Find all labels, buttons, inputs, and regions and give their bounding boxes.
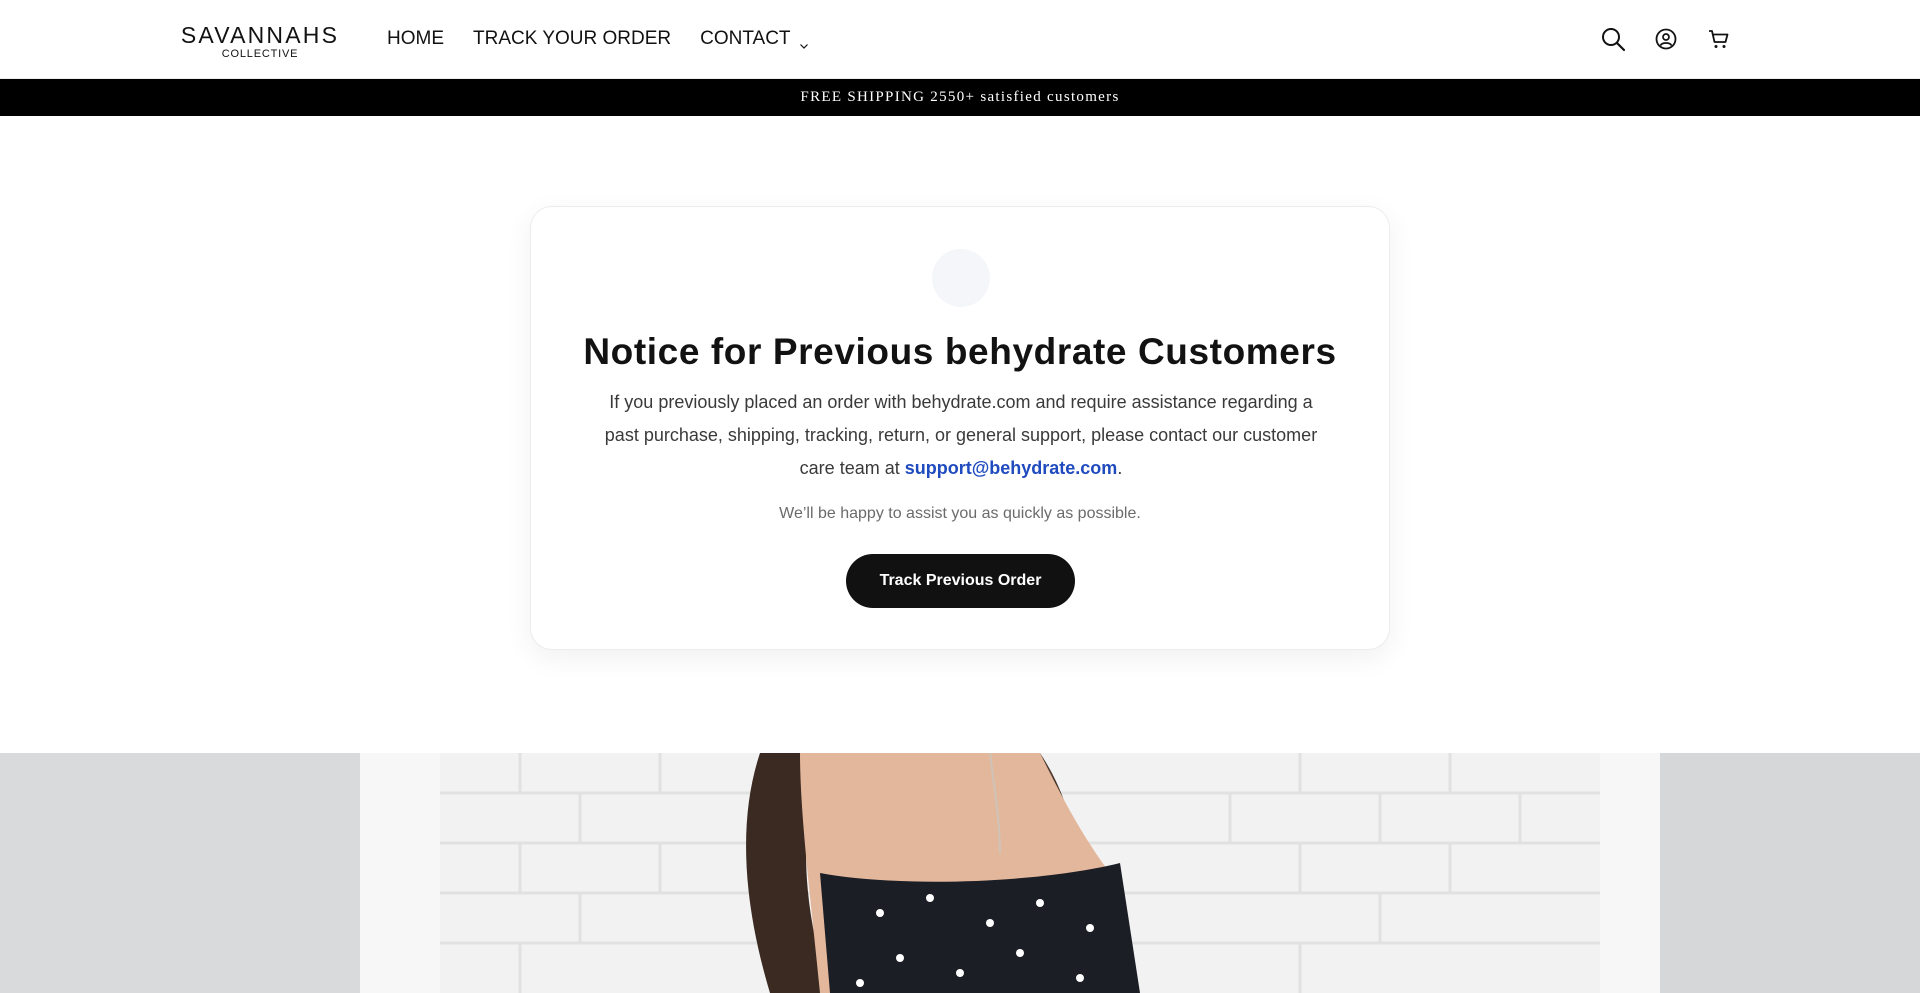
site-header: SAVANNAHS COLLECTIVE HOME TRACK YOUR ORD… [0, 0, 1920, 79]
chevron-down-icon [799, 34, 809, 49]
nav-item-home[interactable]: HOME [387, 27, 444, 51]
search-icon[interactable] [1598, 24, 1628, 54]
notice-title: Notice for Previous behydrate Customers [583, 331, 1337, 372]
cart-icon[interactable] [1704, 24, 1734, 54]
site-logo[interactable]: SAVANNAHS COLLECTIVE [180, 22, 340, 60]
nav-item-label: TRACK YOUR ORDER [473, 28, 672, 49]
logo-main-text: SAVANNAHS [180, 22, 340, 48]
notice-body-end: . [1117, 458, 1123, 478]
announcement-text: FREE SHIPPING 2550+ satisfied customers [800, 89, 1120, 105]
notice-card: Notice for Previous behydrate Customers … [530, 206, 1390, 650]
nav-item-contact[interactable]: CONTACT [700, 27, 808, 51]
nav-item-track-your-order[interactable]: TRACK YOUR ORDER [473, 27, 671, 51]
support-email-link[interactable]: support@behydrate.com [905, 458, 1118, 478]
notice-note: We’ll be happy to assist you as quickly … [779, 505, 1141, 522]
hero-image [0, 753, 1920, 993]
hero-photo [0, 753, 1920, 993]
nav-item-label: CONTACT [700, 28, 791, 49]
nav-item-label: HOME [387, 28, 444, 49]
notice-body: If you previously placed an order with b… [599, 386, 1323, 485]
notice-icon [932, 249, 990, 307]
main-nav: HOME TRACK YOUR ORDER CONTACT [387, 27, 838, 51]
header-icons [1598, 24, 1757, 54]
announcement-bar: FREE SHIPPING 2550+ satisfied customers [0, 79, 1920, 116]
track-previous-order-button[interactable]: Track Previous Order [846, 554, 1075, 608]
logo-sub-text: COLLECTIVE [221, 48, 299, 60]
account-icon[interactable] [1651, 24, 1681, 54]
